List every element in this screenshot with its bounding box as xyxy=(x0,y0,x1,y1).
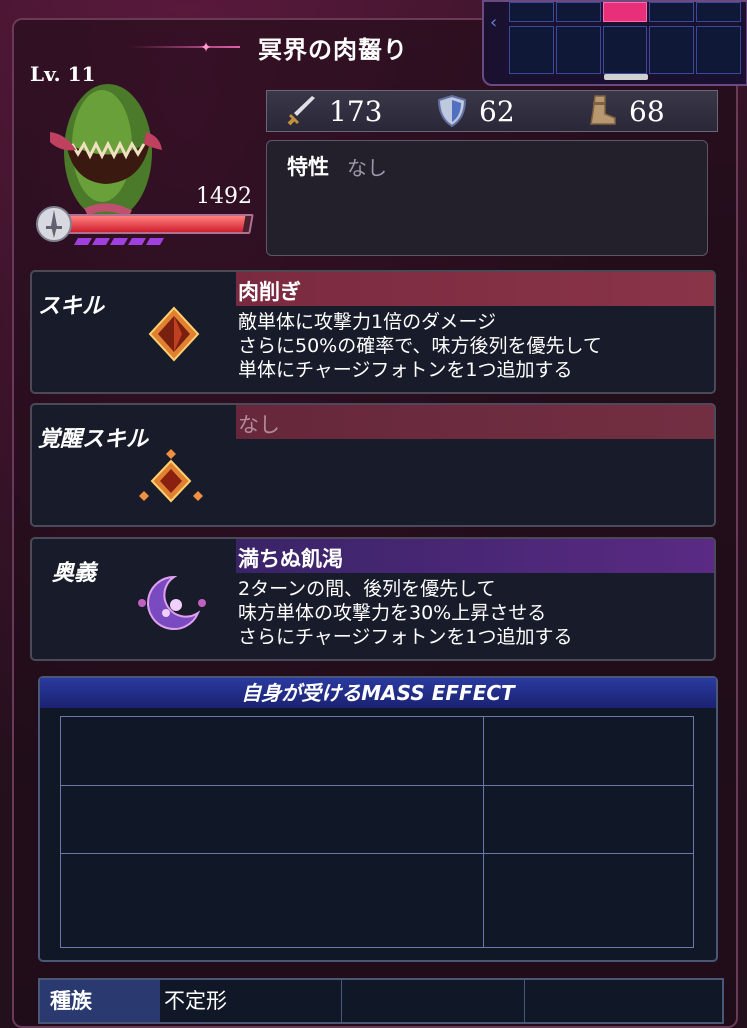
grid-handle[interactable] xyxy=(604,74,648,80)
awaken-gems xyxy=(73,238,165,245)
ougi-desc-line: さらにチャージフォトンを1つ追加する xyxy=(238,626,573,648)
ougi-desc-line: 味方単体の攻撃力を30%上昇させる xyxy=(238,602,547,624)
trait-box: 特性 なし xyxy=(266,140,708,256)
race-value: 不定形 xyxy=(160,980,342,1022)
stat-speed: 68 xyxy=(567,94,717,128)
hp-bar-fill xyxy=(60,216,246,232)
grid-cell xyxy=(602,26,648,74)
awaken-gem xyxy=(109,238,129,245)
skill-description: 敵単体に攻撃力1倍のダメージ さらに50%の確率で、味方後列を優先して 単体にチ… xyxy=(238,310,602,382)
grid-cell xyxy=(696,2,741,22)
trait-label: 特性 xyxy=(287,155,329,179)
awaken-skill-panel[interactable]: 覚醒スキル なし xyxy=(30,403,716,527)
stat-attack: 173 xyxy=(267,94,417,128)
skill-desc-line: 敵単体に攻撃力1倍のダメージ xyxy=(238,311,497,333)
sword-icon xyxy=(287,96,315,126)
grid-cell xyxy=(509,26,554,74)
skill-label: スキル xyxy=(38,294,105,319)
ougi-desc-line: 2ターンの間、後列を優先して xyxy=(238,578,496,600)
monster-name: 冥界の肉齧り xyxy=(258,36,408,64)
mass-effect-header: 自身が受けるMASS EFFECT xyxy=(40,678,716,708)
ougi-panel[interactable]: 奥義 満ちぬ飢渇 2ターンの間、後列を優先して 味方単体の攻撃力を30%上昇させ… xyxy=(30,537,716,661)
mass-effect-panel: 自身が受けるMASS EFFECT xyxy=(38,676,718,962)
table-row-divider xyxy=(61,853,693,854)
orange-crystal-icon xyxy=(148,306,200,362)
chevron-left-icon[interactable]: ‹ xyxy=(490,12,497,33)
grid-cell xyxy=(555,2,601,22)
race-empty-cell xyxy=(342,980,525,1022)
moon-orb-icon xyxy=(138,575,206,630)
stats-bar: 173 62 68 xyxy=(266,90,718,132)
monster-portrait-icon[interactable] xyxy=(46,72,166,222)
skill-desc-line: さらに50%の確率で、味方後列を優先して xyxy=(238,335,602,357)
grid-cell xyxy=(696,26,741,74)
sparkle-icon: ✦ xyxy=(200,40,212,56)
awaken-skill-name: なし xyxy=(238,413,280,437)
skill-name-bar xyxy=(236,272,714,306)
hp-bar xyxy=(58,214,254,234)
shield-icon xyxy=(437,94,467,128)
awaken-gem xyxy=(145,238,165,245)
awaken-skill-label: 覚醒スキル xyxy=(38,427,149,452)
awaken-gem xyxy=(73,238,93,245)
ougi-description: 2ターンの間、後列を優先して 味方単体の攻撃力を30%上昇させる さらにチャージ… xyxy=(238,577,573,649)
ougi-label: 奥義 xyxy=(52,561,97,586)
skill-name: 肉削ぎ xyxy=(238,280,301,304)
attack-value: 173 xyxy=(329,94,383,128)
race-empty-cell xyxy=(525,980,707,1022)
table-row-divider xyxy=(61,785,693,786)
skill-desc-line: 単体にチャージフォトンを1つ追加する xyxy=(238,359,573,381)
title-decoration-line xyxy=(130,46,240,48)
table-column-divider xyxy=(483,717,484,947)
race-row: 種族 不定形 xyxy=(38,978,724,1024)
ougi-name: 満ちぬ飢渇 xyxy=(238,547,343,571)
attack-type-icon xyxy=(36,206,72,242)
grid-cell-selected xyxy=(602,2,648,22)
trait-value: なし xyxy=(347,156,387,180)
formation-grid[interactable]: ‹ xyxy=(482,0,747,86)
grid-cell xyxy=(509,2,554,22)
awaken-skill-name-bar xyxy=(236,405,714,439)
grid-cell xyxy=(649,2,695,22)
skill-panel[interactable]: スキル 肉削ぎ 敵単体に攻撃力1倍のダメージ さらに50%の確率で、味方後列を優… xyxy=(30,270,716,394)
stat-defense: 62 xyxy=(417,94,567,128)
boot-icon xyxy=(590,95,616,125)
awaken-gem xyxy=(91,238,111,245)
mass-effect-table xyxy=(60,716,694,948)
awaken-crystal-icon xyxy=(139,449,203,503)
hp-value: 1492 xyxy=(196,184,252,209)
defense-value: 62 xyxy=(479,94,515,128)
race-label: 種族 xyxy=(40,980,160,1022)
grid-cell xyxy=(555,26,601,74)
awaken-gem xyxy=(127,238,147,245)
grid-cell xyxy=(649,26,695,74)
speed-value: 68 xyxy=(629,94,665,128)
